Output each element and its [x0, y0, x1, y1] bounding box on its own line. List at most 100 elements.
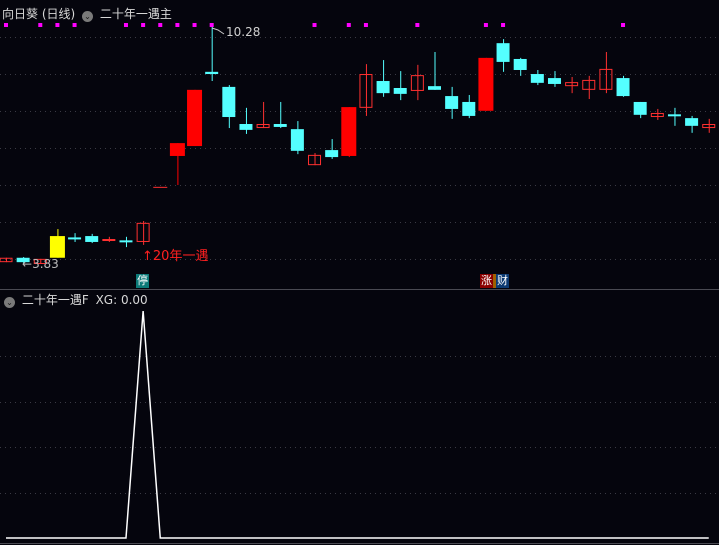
candle — [136, 221, 150, 245]
candle — [308, 153, 322, 166]
candle — [462, 94, 476, 119]
stock-title: 向日葵 (日线) — [2, 7, 76, 21]
signal-dot — [72, 23, 77, 27]
candle-body — [102, 239, 116, 242]
signal-dot — [158, 23, 163, 27]
candle-body — [428, 86, 441, 90]
signal-dot — [415, 23, 420, 27]
chart-header: 向日葵 (日线) ⌄ 二十年一遇主 — [2, 5, 172, 22]
candle-body — [273, 124, 287, 127]
candlesticks[interactable] — [0, 27, 716, 264]
candle — [478, 57, 494, 111]
candle — [633, 101, 647, 119]
signal-dot — [175, 23, 180, 27]
candle-body — [496, 43, 510, 62]
candle — [187, 89, 203, 147]
candle-body — [376, 81, 390, 94]
candle — [547, 71, 561, 87]
xg-line — [6, 310, 709, 539]
signal-dot — [363, 23, 368, 27]
candle-body — [393, 87, 407, 94]
low-price-label: 3.83 — [32, 257, 59, 271]
candle — [530, 69, 544, 86]
signal-dots — [4, 23, 626, 27]
stop-tag[interactable]: 停 — [136, 274, 149, 288]
chart-canvas — [0, 23, 719, 544]
signal-dot — [346, 23, 351, 27]
candle-body — [530, 74, 544, 83]
signal-dot — [141, 23, 146, 27]
candle-body — [187, 89, 203, 147]
candle — [393, 71, 407, 101]
candle — [325, 139, 339, 159]
sub-indicator-name[interactable]: 二十年一遇F — [22, 293, 89, 307]
candle-body — [616, 78, 630, 97]
signal-dot — [483, 23, 488, 27]
main-indicator-name[interactable]: 二十年一遇主 — [100, 7, 172, 21]
signal-dot — [501, 23, 506, 27]
candle — [222, 85, 236, 129]
xg-indicator — [6, 310, 709, 539]
low-price-marker: ←3.83 — [22, 257, 59, 271]
high-arrow-icon — [211, 27, 225, 35]
candle — [359, 64, 373, 116]
candle — [85, 233, 99, 244]
candle-body — [685, 118, 699, 126]
candle — [169, 143, 185, 185]
candle — [428, 51, 441, 90]
candle — [256, 101, 270, 129]
up-arrow-icon: ↑ — [142, 249, 153, 264]
sub-panel-header: ⌄ 二十年一遇F XG: 0.00 — [1, 291, 148, 308]
candle — [119, 236, 133, 248]
candle — [445, 86, 459, 119]
candle-body — [513, 58, 527, 70]
high-marker — [211, 27, 225, 35]
signal-label: 20年一遇 — [152, 249, 209, 264]
candle — [68, 233, 82, 242]
wealth-tag[interactable]: 财 — [496, 274, 509, 288]
candle — [582, 75, 596, 100]
candle-body — [85, 236, 99, 242]
signal-dot — [38, 23, 43, 27]
candle — [702, 118, 716, 133]
candle — [410, 64, 424, 101]
signal-annotation: ↑20年一遇 — [142, 245, 208, 264]
candle-body — [341, 107, 357, 156]
candle — [290, 121, 304, 155]
candle-body — [633, 101, 647, 115]
signal-dot — [312, 23, 317, 27]
candle — [341, 107, 357, 158]
candle — [667, 107, 681, 126]
candle — [102, 236, 116, 242]
candle-body — [222, 86, 236, 118]
signal-dot — [123, 23, 128, 27]
candle — [496, 39, 510, 72]
candle — [49, 229, 65, 258]
dropdown-chevron-icon[interactable]: ⌄ — [4, 297, 15, 308]
signal-dot — [192, 23, 197, 27]
candle — [205, 27, 219, 82]
signal-dot — [55, 23, 60, 27]
left-arrow-icon: ← — [22, 257, 33, 271]
candle — [650, 108, 664, 120]
candle-body — [49, 236, 65, 258]
candle-body — [325, 150, 339, 158]
candle — [599, 51, 613, 94]
high-price-label: 10.28 — [226, 25, 261, 39]
candle-body — [462, 101, 476, 116]
signal-dot — [621, 23, 626, 27]
candle-body — [547, 78, 561, 84]
candle-body — [205, 71, 219, 75]
xg-value: XG: 0.00 — [95, 293, 148, 307]
dropdown-chevron-icon[interactable]: ⌄ — [82, 11, 94, 22]
signal-dot — [4, 23, 8, 27]
rise-tag[interactable]: 涨 — [480, 274, 493, 288]
signal-dot — [209, 23, 214, 27]
candle-body — [290, 129, 304, 151]
candle — [565, 76, 579, 94]
candle-body — [239, 124, 253, 130]
candle-body — [478, 57, 494, 111]
candle-body — [445, 96, 459, 109]
candle — [273, 101, 287, 129]
candle — [376, 60, 390, 97]
